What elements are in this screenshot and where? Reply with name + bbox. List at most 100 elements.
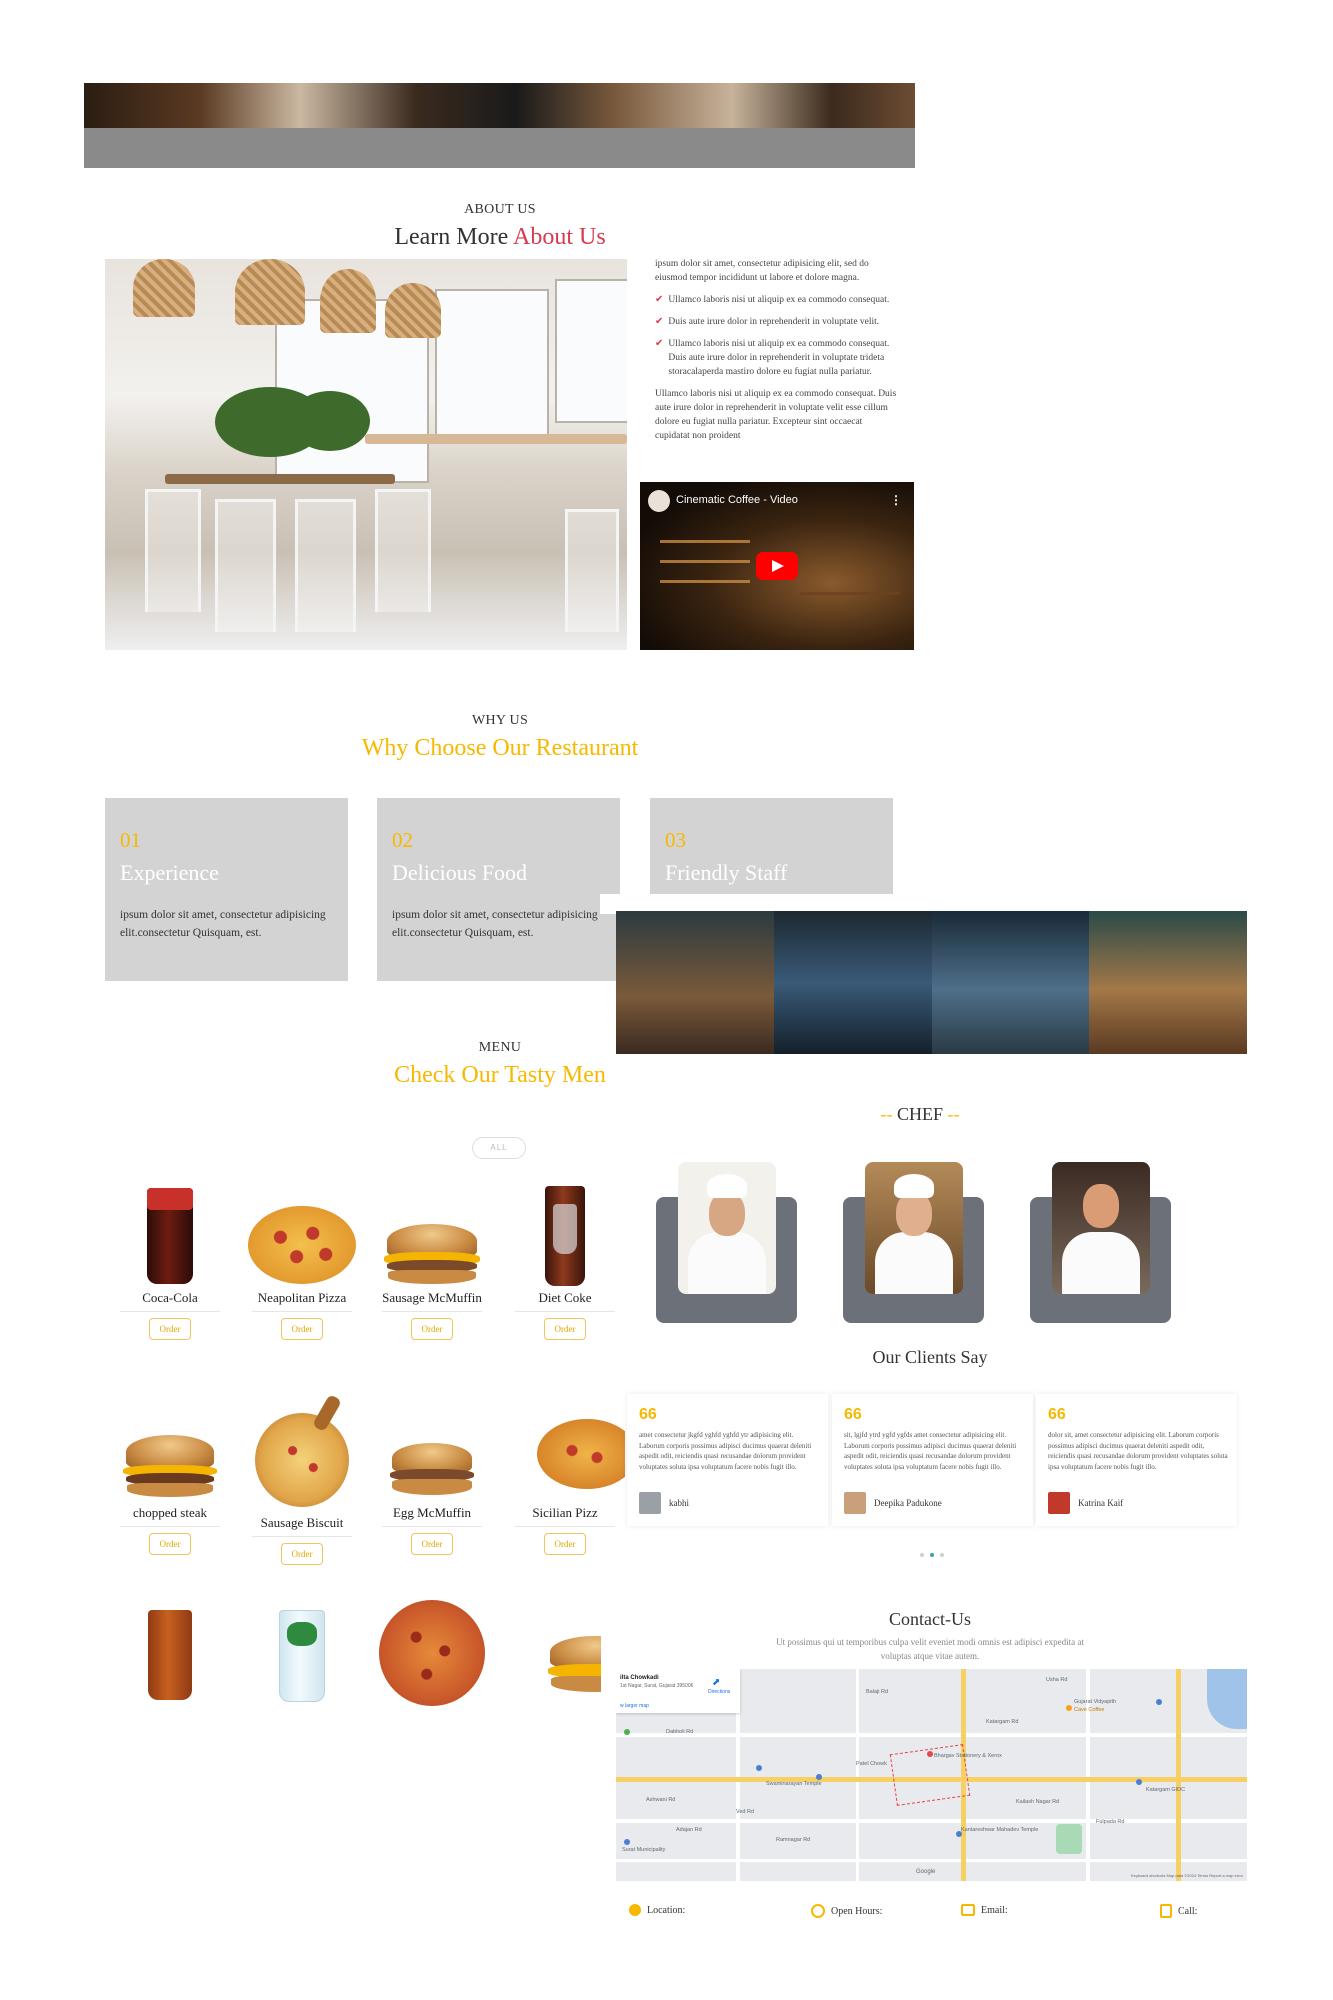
- map-pin-icon[interactable]: [624, 1729, 630, 1735]
- chef-heading: -- CHEF --: [860, 1104, 980, 1125]
- order-button[interactable]: Order: [544, 1318, 586, 1340]
- filter-all-button[interactable]: ALL: [472, 1137, 526, 1159]
- cafe-interior-photo: [105, 259, 627, 650]
- google-logo: Google: [916, 1869, 936, 1875]
- double-check-icon: ✔: [655, 316, 664, 327]
- more-options-icon[interactable]: ⋮: [890, 493, 902, 507]
- carousel-dot[interactable]: [920, 1553, 924, 1557]
- sicilian-pizza-image: [505, 1395, 625, 1505]
- map-label: Ashwani Rd: [646, 1797, 676, 1803]
- map-label: Cave Coffee: [1074, 1707, 1105, 1713]
- quote-icon: 66: [844, 1406, 862, 1423]
- order-button[interactable]: Order: [281, 1543, 323, 1565]
- carousel-dot-active[interactable]: [930, 1553, 934, 1557]
- map-footer[interactable]: Keyboard shortcuts Map data ©2024 Terms …: [1131, 1873, 1243, 1878]
- why-title: Why Choose Our Restaurant: [361, 735, 639, 761]
- map-label: Balaji Rd: [866, 1689, 889, 1695]
- testimonial-text: dolor sit, amet consectetur adipisicing …: [1048, 1431, 1228, 1471]
- contact-hours: Open Hours:: [811, 1904, 882, 1918]
- contact-call: Call:: [1160, 1904, 1197, 1918]
- about-text: ipsum dolor sit amet, consectetur adipis…: [655, 257, 897, 451]
- hero-banner: [84, 83, 915, 168]
- map-place-card[interactable]: ilta Chowkadi 1st Nagar, Surat, Gujarat …: [616, 1669, 740, 1713]
- about-eyebrow: ABOUT US: [464, 202, 536, 217]
- menu-title: Check Our Tasty Men: [394, 1062, 606, 1088]
- chair: [565, 509, 619, 632]
- menu-item-name: Sicilian Pizz: [532, 1505, 598, 1520]
- phone-icon: [1160, 1904, 1172, 1918]
- restaurant-staff-photo: [616, 911, 1247, 1054]
- sausage-biscuit-image: [242, 1393, 362, 1515]
- about-title-plain: Learn More: [394, 224, 509, 250]
- dining-table: [165, 474, 395, 484]
- plant: [290, 391, 370, 451]
- order-button[interactable]: Order: [544, 1533, 586, 1555]
- why-number: 01: [120, 828, 141, 852]
- iced-tea-image: [110, 1600, 230, 1710]
- hero-image: [84, 83, 915, 128]
- view-larger-map-link[interactable]: w larger map: [620, 1703, 649, 1709]
- map-label: Patel Chowk: [856, 1761, 887, 1767]
- photo-panel: [1089, 911, 1247, 1054]
- map-pin-icon[interactable]: [624, 1839, 630, 1845]
- menu-item-name: Sausage McMuffin: [382, 1290, 482, 1305]
- check-text: Duis aute irure dolor in reprehenderit i…: [668, 317, 880, 327]
- menu-item: chopped steak Order: [110, 1395, 230, 1555]
- client-name: Katrina Kaif: [1078, 1498, 1124, 1508]
- chef-photo: [1052, 1162, 1150, 1294]
- map-pin-icon[interactable]: [756, 1765, 762, 1771]
- about-outro: Ullamco laboris nisi ut aliquip ex ea co…: [655, 389, 897, 441]
- directions-link[interactable]: Directions: [708, 1689, 730, 1695]
- directions-icon[interactable]: ⬈: [712, 1677, 720, 1688]
- menu-item: Coca-Cola Order: [110, 1180, 230, 1340]
- contact-label: Open Hours:: [831, 1905, 883, 1917]
- sprite-image: [242, 1600, 362, 1710]
- contact-location: Location:: [629, 1904, 685, 1916]
- order-button[interactable]: Order: [281, 1318, 323, 1340]
- carousel-dot[interactable]: [940, 1553, 944, 1557]
- chair: [375, 489, 431, 612]
- map-label: Swaminarayan Temple: [766, 1781, 822, 1787]
- check-item: ✔ Ullamco laboris nisi ut aliquip ex ea …: [655, 337, 897, 379]
- contact-heading: Contact-Us: [889, 1609, 971, 1629]
- map-pin-icon[interactable]: [1156, 1699, 1162, 1705]
- quote-icon: 66: [1048, 1406, 1066, 1423]
- map-pin-icon[interactable]: [816, 1774, 822, 1780]
- location-pin-icon[interactable]: [927, 1751, 933, 1757]
- dash-left: --: [880, 1104, 893, 1124]
- testimonial-card: 66 dolor sit, amet consectetur adipisici…: [1036, 1394, 1237, 1526]
- channel-avatar[interactable]: [648, 490, 670, 512]
- why-number: 02: [392, 828, 413, 852]
- order-button[interactable]: Order: [149, 1318, 191, 1340]
- chopped-steak-image: [110, 1395, 230, 1505]
- map-label: Fulpada Rd: [1096, 1819, 1125, 1825]
- why-box-desc: ipsum dolor sit amet, consectetur adipis…: [392, 909, 598, 939]
- menu-item-name: Neapolitan Pizza: [257, 1290, 347, 1305]
- menu-item-name: Diet Coke: [538, 1290, 592, 1305]
- play-button[interactable]: [756, 552, 798, 580]
- chair: [295, 499, 356, 632]
- counter: [365, 434, 627, 444]
- pendant-lamp: [133, 259, 195, 317]
- menu-item: Sausage McMuffin Order: [372, 1180, 492, 1340]
- order-button[interactable]: Order: [411, 1533, 453, 1555]
- pendant-lamp: [320, 269, 376, 333]
- menu-item-name: Sausage Biscuit: [260, 1515, 344, 1530]
- cafe-pin-icon[interactable]: [1066, 1705, 1072, 1711]
- pendant-lamp: [385, 283, 441, 338]
- order-button[interactable]: Order: [149, 1533, 191, 1555]
- clock-icon: [811, 1904, 825, 1918]
- contact-label: Location:: [647, 1904, 686, 1916]
- map-label: Usha Rd: [1046, 1677, 1068, 1683]
- order-button[interactable]: Order: [411, 1318, 453, 1340]
- check-item: ✔ Ullamco laboris nisi ut aliquip ex ea …: [655, 293, 897, 307]
- video-embed[interactable]: Cinematic Coffee - Video ⋮: [640, 482, 914, 650]
- video-title[interactable]: Cinematic Coffee - Video: [676, 494, 798, 506]
- testimonial-text: amet consectetur jkgfd yghfd yghfd ytr a…: [639, 1431, 812, 1471]
- menu-item: [242, 1600, 362, 1710]
- map-pin-icon[interactable]: [1136, 1779, 1142, 1785]
- map-label: Kailash Nagar Rd: [1016, 1799, 1060, 1805]
- dash-right: --: [947, 1104, 960, 1124]
- avatar: [844, 1492, 866, 1514]
- google-map[interactable]: Gujarat Vidyapith Cave Coffee Katargam G…: [616, 1669, 1247, 1881]
